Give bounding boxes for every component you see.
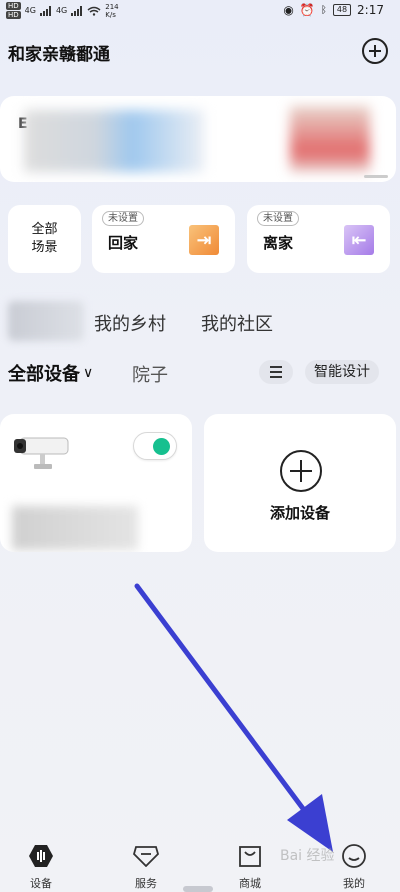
menu-icon — [270, 366, 282, 368]
clock-time: 2:17 — [357, 3, 384, 17]
tab-my-community[interactable]: 我的社区 — [201, 310, 273, 336]
profile-icon — [341, 843, 367, 869]
devices-icon — [28, 843, 54, 869]
scene-home-label: 回家 — [108, 234, 139, 252]
banner-blurred-image — [24, 110, 204, 172]
alarm-icon: ⏰ — [299, 3, 315, 17]
status-bar: HD HD 4G 4G 214 K/s ◉ ⏰ ᛒ 48 2:17 — [0, 0, 400, 22]
bottom-tab-bar: 设备 服务 商城 我的 — [0, 835, 400, 892]
all-scenes-button[interactable]: 全部 场景 — [8, 205, 81, 273]
all-scenes-label: 场景 — [31, 240, 58, 255]
tab-mall[interactable]: 商城 — [220, 843, 280, 891]
add-device-icon — [280, 450, 322, 492]
all-scenes-label: 全部 — [31, 222, 58, 237]
door-enter-icon: ⇥ — [189, 225, 219, 255]
scene-leave-label: 离家 — [263, 234, 294, 252]
page-title: 和家亲赣鄱通 — [8, 45, 110, 65]
tab-mall-label: 商城 — [239, 877, 261, 890]
status-badge: 未设置 — [102, 211, 144, 226]
space-tab-blurred[interactable] — [8, 301, 84, 341]
tab-service-label: 服务 — [135, 877, 157, 890]
tab-devices-label: 设备 — [30, 877, 52, 890]
tab-devices[interactable]: 设备 — [11, 843, 71, 891]
tab-mine-label: 我的 — [343, 877, 365, 890]
all-devices-label: 全部设备 — [8, 364, 80, 385]
scene-home-card[interactable]: 未设置 回家 ⇥ — [92, 205, 235, 273]
camera-icon — [14, 437, 69, 469]
add-device-label: 添加设备 — [269, 504, 330, 522]
device-power-toggle[interactable] — [133, 432, 177, 460]
network-4g-label: 4G — [24, 6, 36, 15]
signal-icon — [71, 5, 83, 16]
scene-leave-card[interactable]: 未设置 离家 ⇤ — [247, 205, 390, 273]
net-speed-value: 214 — [105, 2, 119, 11]
door-exit-icon: ⇤ — [344, 225, 374, 255]
smart-design-button[interactable]: 智能设计 — [305, 360, 379, 384]
status-right: ◉ ⏰ ᛒ 48 2:17 — [283, 3, 384, 17]
add-icon[interactable] — [362, 38, 388, 64]
network-4g-label: 4G — [55, 6, 68, 15]
tab-service[interactable]: 服务 — [116, 843, 176, 891]
banner-indicator — [364, 175, 388, 178]
all-devices-dropdown[interactable]: 全部设备 ∨ — [8, 360, 93, 386]
signal-icon — [39, 5, 51, 16]
banner-blurred-image — [290, 106, 370, 172]
tab-my-village[interactable]: 我的乡村 — [94, 310, 166, 336]
net-speed-unit: K/s — [105, 10, 116, 19]
wifi-icon — [87, 6, 101, 16]
promo-banner[interactable]: E — [0, 96, 396, 182]
bluetooth-icon: ᛒ — [320, 4, 327, 16]
mall-bag-icon — [237, 843, 263, 869]
hd-badge: HD — [6, 11, 21, 19]
service-icon — [133, 843, 159, 869]
chevron-down-icon: ∨ — [83, 365, 94, 381]
hd-badge: HD — [6, 2, 21, 10]
device-name-blurred — [12, 506, 138, 550]
status-left: HD HD 4G 4G 214 K/s — [6, 2, 119, 19]
toggle-knob — [153, 438, 170, 455]
battery-icon: 48 — [332, 4, 352, 16]
eye-icon: ◉ — [283, 3, 294, 17]
status-badge: 未设置 — [257, 211, 299, 226]
home-indicator[interactable] — [183, 886, 213, 892]
room-tab-yard[interactable]: 院子 — [132, 361, 168, 387]
tab-mine[interactable]: 我的 — [324, 843, 384, 891]
add-device-card[interactable]: 添加设备 — [204, 414, 396, 552]
list-menu-button[interactable] — [259, 360, 293, 384]
